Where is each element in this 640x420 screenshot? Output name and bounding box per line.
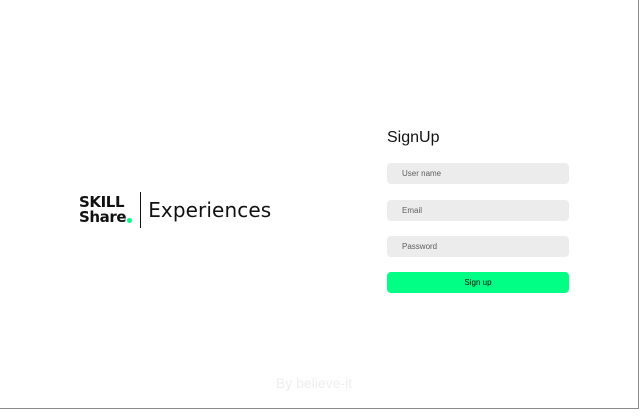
signup-button[interactable]: Sign up <box>387 272 569 293</box>
username-input[interactable] <box>387 163 569 184</box>
skillshare-logo: SKILL Share <box>79 195 133 226</box>
logo-line-bottom: Share <box>79 208 133 226</box>
brand-lockup: SKILL Share Experiences <box>79 192 271 228</box>
brand-divider <box>140 192 142 228</box>
product-name: Experiences <box>148 198 272 222</box>
page-frame: SKILL Share Experiences SignUp Sign up B… <box>0 0 639 409</box>
email-input[interactable] <box>387 200 569 221</box>
logo-text-bottom: Share <box>79 208 127 226</box>
password-input[interactable] <box>387 236 569 257</box>
footer-credit: By believe-it <box>275 375 353 391</box>
signup-title: SignUp <box>387 129 440 146</box>
logo-dot-icon <box>127 218 133 223</box>
